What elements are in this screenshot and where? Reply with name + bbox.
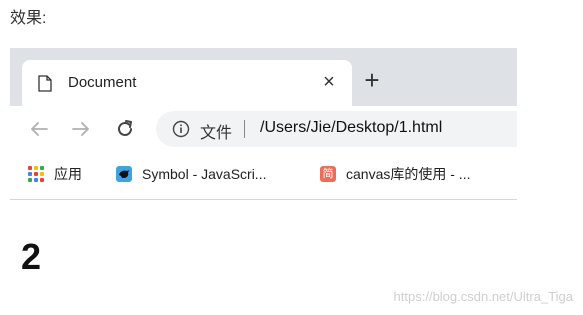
document-icon <box>38 75 52 92</box>
new-tab-button[interactable]: + <box>360 67 384 93</box>
arrow-left-icon[interactable] <box>28 118 50 140</box>
tab-title: Document <box>68 74 137 91</box>
tab-document[interactable]: Document × <box>22 60 352 106</box>
bookmark-label: 应用 <box>54 166 82 182</box>
bookmark-label: Symbol - JavaScri... <box>142 166 267 182</box>
file-scheme-label: 文件 <box>200 125 233 142</box>
tab-strip: Document × + <box>10 48 517 106</box>
arrow-right-icon[interactable] <box>70 118 92 140</box>
divider <box>10 199 517 200</box>
address-bar[interactable]: 文件 /Users/Jie/Desktop/1.html <box>156 111 517 147</box>
info-icon[interactable] <box>172 120 190 138</box>
reload-icon[interactable] <box>114 118 136 140</box>
bookmark-label: canvas库的使用 - ... <box>346 166 471 182</box>
bookmarks-bar: 应用 Symbol - JavaScri... 简 canvas库的使用 - .… <box>10 152 517 198</box>
symbol-favicon <box>116 166 132 182</box>
omnibox-separator <box>244 120 245 138</box>
apps-grid-icon <box>28 166 44 182</box>
bookmark-apps[interactable]: 应用 <box>28 162 82 186</box>
jian-favicon: 简 <box>320 166 336 182</box>
bookmark-symbol[interactable]: Symbol - JavaScri... <box>116 162 266 186</box>
watermark-text: https://blog.csdn.net/Ultra_Tiga <box>393 289 573 304</box>
page-content-number: 2 <box>21 236 42 277</box>
browser-window: Document × + 文件 /Users/Jie/Desktop/1.htm… <box>10 48 517 200</box>
url-text[interactable]: /Users/Jie/Desktop/1.html <box>260 119 442 137</box>
caption-text: 效果: <box>10 10 47 27</box>
toolbar: 文件 /Users/Jie/Desktop/1.html <box>10 106 517 152</box>
rhino-icon <box>119 170 129 178</box>
bookmark-canvas[interactable]: 简 canvas库的使用 - ... <box>320 162 470 186</box>
close-icon[interactable]: × <box>319 72 339 92</box>
